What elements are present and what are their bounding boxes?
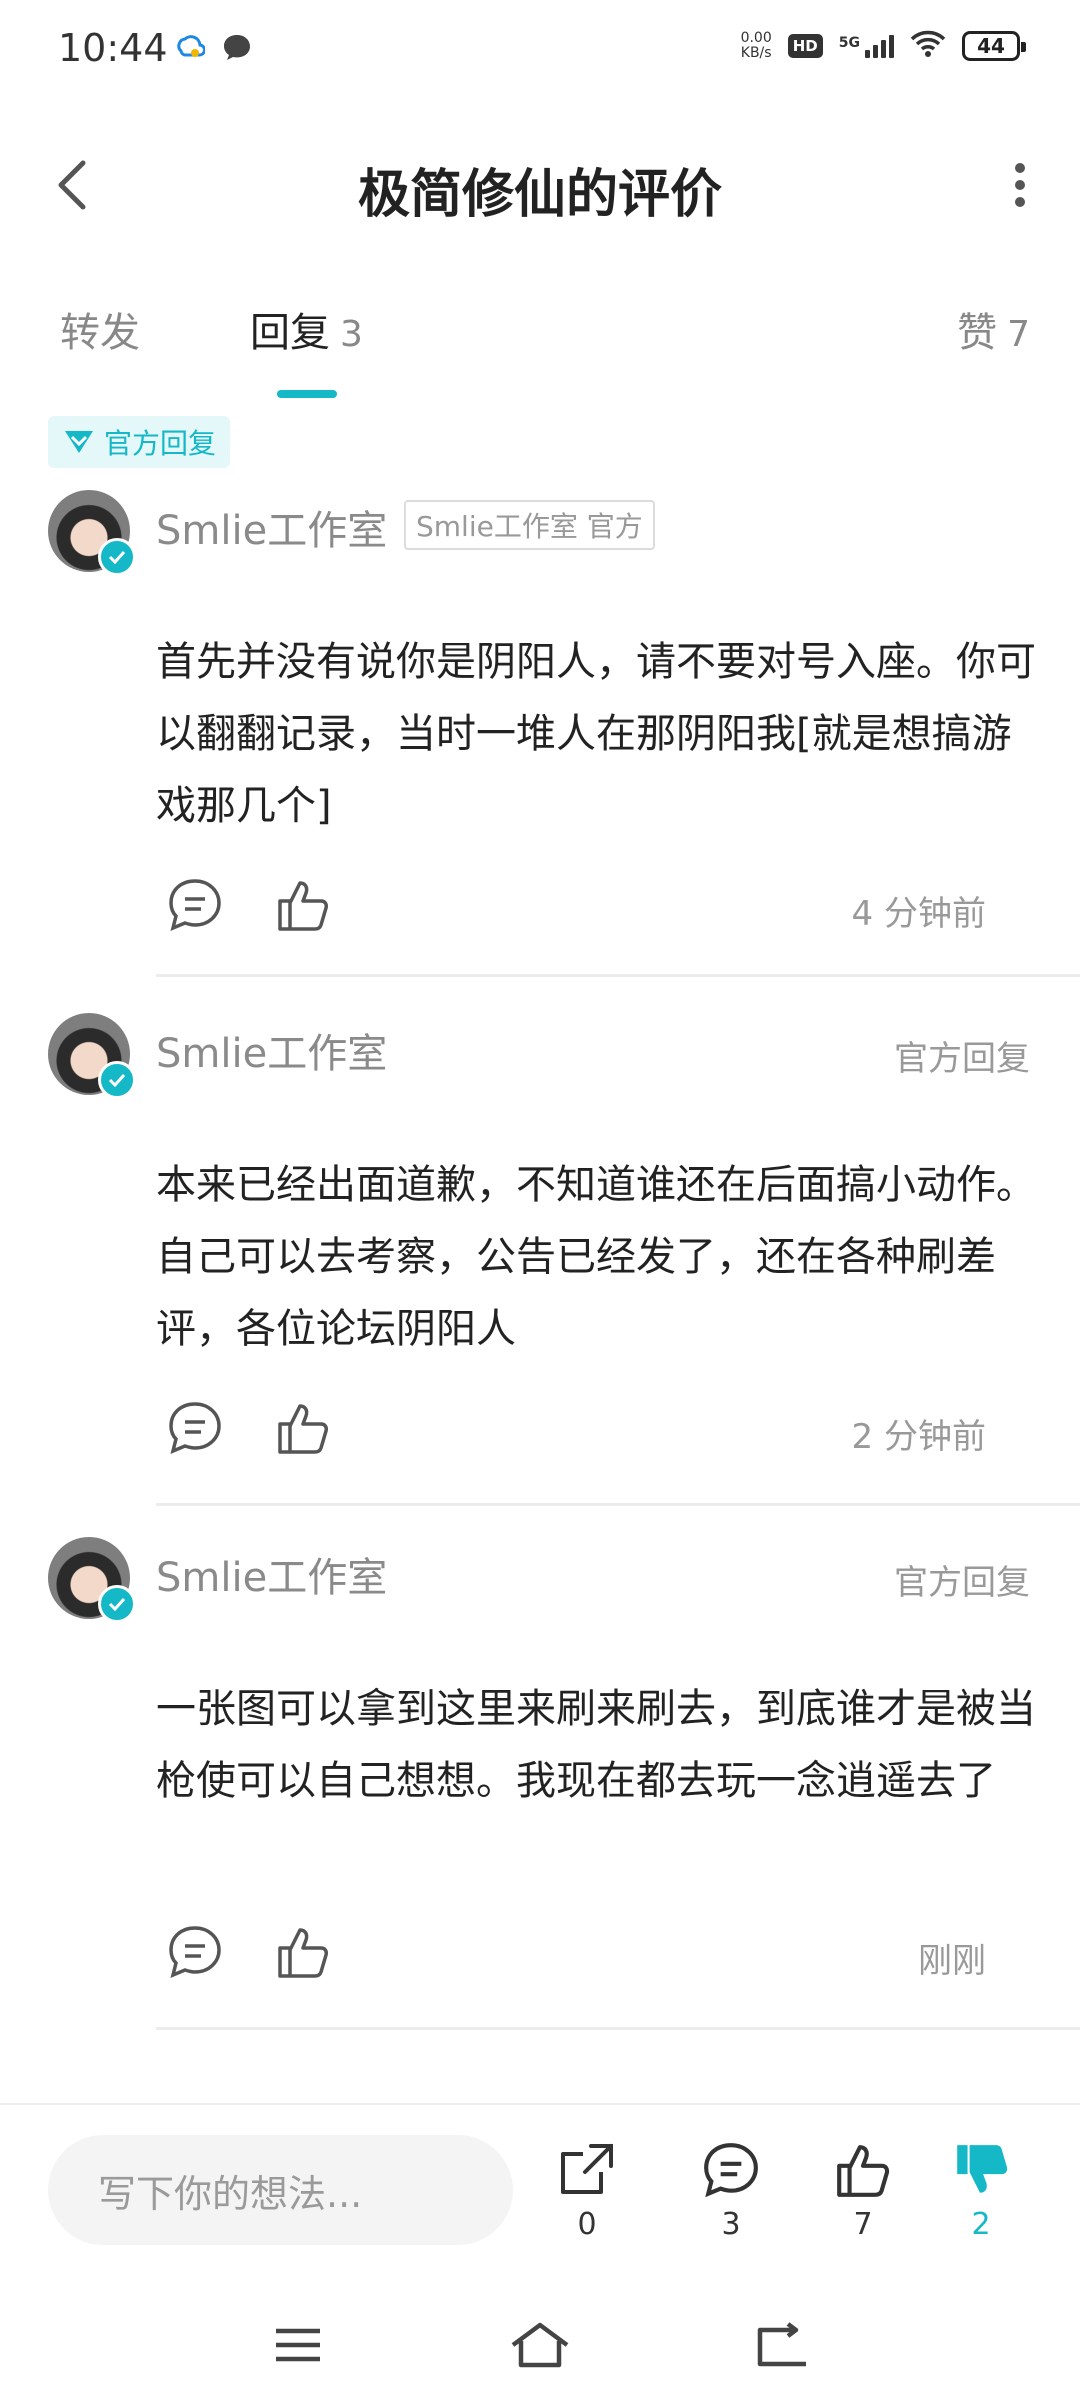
- comment-actions: 刚刚: [156, 1917, 1036, 1997]
- thumbs-up-icon: [837, 2145, 890, 2197]
- like-count: 7: [853, 2207, 873, 2242]
- verified-icon: [98, 538, 136, 576]
- comment-time: 4 分钟前: [851, 894, 986, 934]
- reply-button[interactable]: [160, 870, 230, 940]
- reply-button[interactable]: [160, 1393, 230, 1463]
- divider: [156, 974, 1080, 977]
- comment-icon: [169, 879, 221, 931]
- home-icon: [511, 2322, 569, 2368]
- tab-replies-count: 3: [340, 314, 363, 355]
- cloud-sync-icon: [175, 33, 207, 65]
- official-reply-badge: 官方回复: [48, 416, 231, 468]
- status-time: 10:44: [58, 26, 168, 70]
- back-nav-button[interactable]: [742, 2310, 822, 2380]
- avatar[interactable]: [48, 1013, 136, 1099]
- comment-icon: [169, 1926, 221, 1978]
- menu-icon: [276, 2328, 320, 2362]
- verified-icon: [98, 1585, 136, 1623]
- author-name[interactable]: Smlie工作室: [156, 498, 387, 556]
- thumbs-down-icon: [957, 2145, 1008, 2193]
- comment-count: 3: [721, 2207, 741, 2242]
- status-bar: 10:44 0.00 KB/s HD 5G 44: [0, 0, 1080, 100]
- tab-bar: 转发 回复 3 赞7: [0, 290, 1080, 400]
- divider: [156, 2027, 1080, 2030]
- more-vertical-icon: [1015, 163, 1025, 207]
- dislike-count: 2: [971, 2207, 991, 2242]
- author-tag: Smlie工作室 官方: [404, 500, 655, 550]
- tab-likes[interactable]: 赞7: [957, 300, 1030, 358]
- official-reply-tag: 官方回复: [894, 1563, 1030, 1603]
- hd-icon: HD: [787, 34, 823, 58]
- comment-time: 刚刚: [918, 1941, 986, 1981]
- system-nav-bar: [0, 2290, 1080, 2400]
- net-speed: 0.00 KB/s: [740, 30, 772, 61]
- reply-button[interactable]: [160, 1917, 230, 1987]
- comment-icon: [169, 1402, 221, 1454]
- status-right-icons: 0.00 KB/s HD 5G 44: [740, 30, 1026, 62]
- comment-icon: [704, 2143, 758, 2198]
- heart-badge-icon: [65, 431, 93, 453]
- active-tab-indicator: [277, 390, 337, 398]
- message-icon: [221, 32, 253, 66]
- avatar[interactable]: [48, 490, 136, 576]
- share-icon: [561, 2144, 613, 2194]
- home-nav-button[interactable]: [500, 2310, 580, 2380]
- like-button[interactable]: [268, 1393, 338, 1463]
- like-post-button[interactable]: 7: [808, 2135, 918, 2242]
- comment-text: 首先并没有说你是阴阳人，请不要对号入座。你可以翻翻记录，当时一堆人在那阴阳我[就…: [156, 639, 1036, 829]
- comment-actions: 4 分钟前: [156, 870, 1036, 950]
- thumbs-up-icon: [278, 881, 328, 931]
- verified-icon: [98, 1061, 136, 1099]
- like-button[interactable]: [268, 870, 338, 940]
- comment-input[interactable]: 写下你的想法...: [48, 2135, 513, 2245]
- page-title: 极简修仙的评价: [357, 165, 722, 225]
- avatar[interactable]: [48, 1537, 136, 1623]
- top-app-bar: 极简修仙的评价: [0, 130, 1080, 240]
- tab-repost[interactable]: 转发: [60, 300, 140, 358]
- return-icon: [757, 2322, 806, 2367]
- official-reply-tag: 官方回复: [894, 1039, 1030, 1079]
- menu-nav-button[interactable]: [258, 2310, 338, 2380]
- bottom-action-bar: 写下你的想法... 0 3 7 2: [0, 2103, 1080, 2305]
- wifi-icon: [910, 30, 946, 62]
- comment-time: 2 分钟前: [851, 1417, 986, 1457]
- dislike-button[interactable]: 2: [926, 2135, 1036, 2242]
- comment-count-button[interactable]: 3: [676, 2135, 786, 2242]
- share-button[interactable]: 0: [532, 2135, 642, 2242]
- more-options-button[interactable]: [990, 150, 1050, 220]
- share-count: 0: [577, 2207, 597, 2242]
- tab-likes-count: 7: [1007, 314, 1030, 355]
- notification-icons: [175, 32, 253, 66]
- author-name[interactable]: Smlie工作室: [156, 1021, 387, 1079]
- signal-icon: 5G: [839, 34, 894, 58]
- divider: [156, 1503, 1080, 1506]
- battery-icon: 44: [962, 31, 1026, 61]
- comment-text: 本来已经出面道歉，不知道谁还在后面搞小动作。自己可以去考察，公告已经发了，还在各…: [156, 1162, 1036, 1352]
- author-name[interactable]: Smlie工作室: [156, 1545, 387, 1603]
- comment-text: 一张图可以拿到这里来刷来刷去，到底谁才是被当枪使可以自己想想。我现在都去玩一念逍…: [156, 1686, 1036, 1804]
- app-screen: 10:44 0.00 KB/s HD 5G 44 极简修仙的评价 转发 回复 3…: [0, 0, 1080, 2400]
- tab-replies[interactable]: 回复 3: [250, 300, 363, 358]
- like-button[interactable]: [268, 1917, 338, 1987]
- thumbs-up-icon: [278, 1404, 328, 1454]
- thumbs-up-icon: [278, 1928, 328, 1978]
- comment-actions: 2 分钟前: [156, 1393, 1036, 1473]
